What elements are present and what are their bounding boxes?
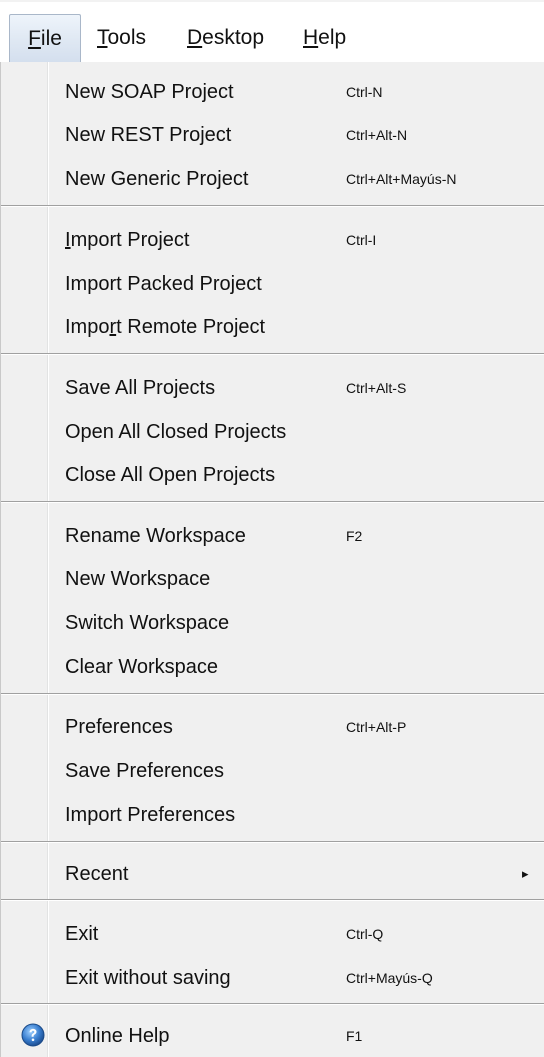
menu-separator	[1, 693, 544, 695]
menu-item-label: New REST Project	[65, 124, 232, 146]
menu-help[interactable]: Help	[303, 14, 346, 62]
menu-separator	[1, 353, 544, 355]
menu-item-label: New Generic Project	[65, 168, 249, 190]
menu-item-label: Online Help	[65, 1025, 170, 1047]
menu-item-label: Close All Open Projects	[65, 464, 276, 486]
menu-item-label: Recent	[65, 863, 129, 885]
menu-item-label: New SOAP Project	[65, 81, 234, 103]
menu-item-shortcut: Ctrl+Alt+Mayús-N	[346, 171, 457, 187]
menu-tools[interactable]: Tools	[97, 14, 146, 62]
menu-item-label-pre: Impo	[65, 316, 110, 338]
menu-item-shortcut: Ctrl+Alt-P	[346, 719, 407, 735]
menu-separator	[1, 501, 544, 503]
menu-item-import-packed-project[interactable]: Import Packed Project	[1, 264, 544, 304]
menu-item-switch-workspace[interactable]: Switch Workspace	[1, 603, 544, 643]
menu-separator	[1, 1003, 544, 1005]
menu-item-label: Rename Workspace	[65, 525, 246, 547]
menu-item-label: Open All Closed Projects	[65, 421, 287, 443]
menu-item-new-soap-project[interactable]: New SOAP Project Ctrl-N	[1, 72, 544, 112]
submenu-arrow-icon: ▸	[522, 866, 529, 881]
menu-bar: File Tools Desktop Help	[5, 9, 544, 62]
menu-desktop-rest: esktop	[202, 26, 265, 49]
menu-desktop[interactable]: Desktop	[187, 14, 264, 62]
menu-item-exit-without-saving[interactable]: Exit without saving Ctrl+Mayús-Q	[1, 958, 544, 998]
menu-item-shortcut: Ctrl-Q	[346, 926, 384, 942]
menu-item-open-all-closed-projects[interactable]: Open All Closed Projects	[1, 412, 544, 452]
menu-item-clear-workspace[interactable]: Clear Workspace	[1, 647, 544, 687]
menu-item-recent[interactable]: Recent ▸	[1, 854, 544, 894]
menu-item-label: New Workspace	[65, 568, 211, 590]
menu-file-mnemonic: F	[28, 27, 41, 50]
menu-item-new-workspace[interactable]: New Workspace	[1, 559, 544, 599]
menu-item-label: Switch Workspace	[65, 612, 230, 634]
menu-tools-mnemonic: T	[97, 26, 108, 49]
menu-item-rename-workspace[interactable]: Rename Workspace F2	[1, 516, 544, 556]
menu-item-label: Clear Workspace	[65, 656, 219, 678]
menu-item-new-rest-project[interactable]: New REST Project Ctrl+Alt-N	[1, 115, 544, 155]
menu-item-import-preferences[interactable]: Import Preferences	[1, 795, 544, 835]
menu-file[interactable]: File	[9, 14, 81, 62]
menu-item-shortcut: Ctrl+Alt-S	[346, 380, 407, 396]
menu-item-shortcut: F2	[346, 528, 363, 544]
menu-item-new-generic-project[interactable]: New Generic Project Ctrl+Alt+Mayús-N	[1, 159, 544, 199]
menu-item-shortcut: F1	[346, 1028, 363, 1044]
menu-separator	[1, 841, 544, 843]
menu-item-shortcut: Ctrl+Alt-N	[346, 127, 408, 143]
menu-item-label-post: t Remote Project	[116, 316, 266, 338]
menu-help-mnemonic: H	[303, 26, 319, 49]
menu-item-import-remote-project[interactable]: Import Remote Project	[1, 307, 544, 347]
menu-desktop-mnemonic: D	[187, 26, 203, 49]
menu-item-label: Import Remote Project	[65, 307, 265, 347]
menu-separator	[1, 899, 544, 901]
menu-item-label: Exit	[65, 923, 99, 945]
menu-item-import-project[interactable]: Import Project Ctrl-I	[1, 220, 544, 260]
menu-item-close-all-open-projects[interactable]: Close All Open Projects	[1, 455, 544, 495]
menu-item-exit[interactable]: Exit Ctrl-Q	[1, 914, 544, 954]
menu-item-preferences[interactable]: Preferences Ctrl+Alt-P	[1, 707, 544, 747]
menu-item-label: Save All Projects	[65, 377, 216, 399]
menu-item-label: Exit without saving	[65, 967, 231, 989]
menu-help-rest: elp	[318, 26, 347, 49]
menu-file-rest: ile	[40, 27, 62, 50]
file-menu-dropdown: New SOAP Project Ctrl-N New REST Project…	[0, 62, 544, 1057]
menu-item-label-rest: mport Project	[70, 229, 190, 251]
menu-item-label: Preferences	[65, 716, 173, 738]
menu-item-online-help[interactable]: Online Help F1	[1, 1016, 544, 1056]
menu-item-label: Import Packed Project	[65, 273, 262, 295]
menu-item-shortcut: Ctrl+Mayús-Q	[346, 970, 433, 986]
menu-tools-rest: ools	[107, 26, 147, 49]
help-globe-icon	[21, 1023, 45, 1047]
menu-item-label: Save Preferences	[65, 760, 224, 782]
menu-item-shortcut: Ctrl-N	[346, 84, 383, 100]
menu-item-label: Import Project	[65, 220, 190, 260]
menu-item-save-preferences[interactable]: Save Preferences	[1, 751, 544, 791]
menu-item-label: Import Preferences	[65, 804, 236, 826]
top-edge	[0, 0, 544, 2]
menu-item-shortcut: Ctrl-I	[346, 232, 377, 248]
menu-separator	[1, 205, 544, 207]
menu-item-save-all-projects[interactable]: Save All Projects Ctrl+Alt-S	[1, 368, 544, 408]
